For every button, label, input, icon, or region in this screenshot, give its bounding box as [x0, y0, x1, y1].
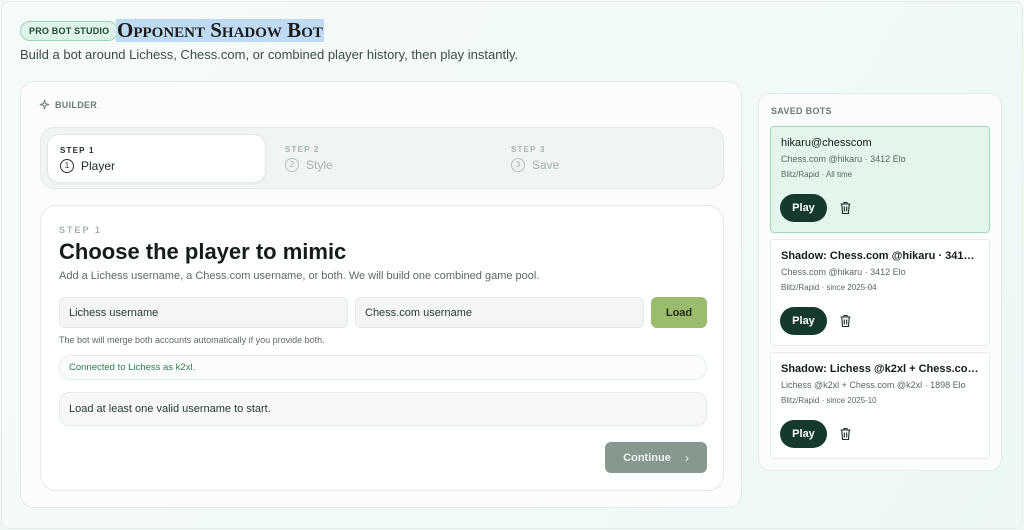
- step-style[interactable]: STEP 2 2 Style: [273, 134, 492, 183]
- bot-meta: Chess.com @hikaru · 3412 Elo: [781, 154, 906, 164]
- trash-icon[interactable]: [839, 427, 852, 441]
- page-subtitle: Build a bot around Lichess, Chess.com, o…: [20, 47, 519, 62]
- chevron-right-icon: ›: [684, 450, 689, 465]
- bot-meta: Chess.com @hikaru · 3412 Elo: [781, 267, 906, 277]
- step-save[interactable]: STEP 3 3 Save: [499, 134, 718, 183]
- step-name: Save: [532, 158, 560, 172]
- saved-bots-header: SAVED BOTS: [771, 106, 832, 116]
- saved-bot-card[interactable]: Shadow: Lichess @k2xl + Chess.co… Liches…: [770, 352, 990, 459]
- builder-panel: BUILDER STEP 1 1 Player STEP 2 2 Style S…: [20, 81, 742, 508]
- pro-badge: PRO BOT STUDIO: [20, 21, 119, 41]
- sparkle-icon: [39, 99, 50, 110]
- validation-notice: Load at least one valid username to star…: [59, 392, 707, 426]
- play-button[interactable]: Play: [780, 307, 827, 335]
- step-number: STEP 3: [511, 145, 546, 154]
- card-heading: Choose the player to mimic: [59, 239, 347, 264]
- step-index-icon: 1: [60, 159, 74, 173]
- lichess-username-input[interactable]: [59, 297, 348, 328]
- step-index-icon: 2: [285, 158, 299, 172]
- trash-icon[interactable]: [839, 201, 852, 215]
- step-number: STEP 2: [285, 145, 320, 154]
- bot-title: hikaru@chesscom: [781, 137, 872, 149]
- bot-title: Shadow: Chess.com @hikaru · 3412 ·…: [781, 250, 979, 262]
- player-step-card: STEP 1 Choose the player to mimic Add a …: [40, 205, 724, 491]
- saved-bot-card[interactable]: Shadow: Chess.com @hikaru · 3412 ·… Ches…: [770, 239, 990, 346]
- bot-subtitle: Blitz/Rapid · All time: [781, 170, 853, 179]
- chesscom-username-input[interactable]: [355, 297, 644, 328]
- play-button[interactable]: Play: [780, 194, 827, 222]
- bot-meta: Lichess @k2xl + Chess.com @k2xl · 1898 E…: [781, 380, 966, 390]
- continue-button[interactable]: Continue ›: [605, 442, 707, 473]
- bot-subtitle: Blitz/Rapid · since 2025-10: [781, 396, 877, 405]
- step-player[interactable]: STEP 1 1 Player: [47, 134, 266, 183]
- saved-bot-card[interactable]: hikaru@chesscom Chess.com @hikaru · 3412…: [770, 126, 990, 233]
- connection-status: Connected to Lichess as k2xl.: [59, 355, 707, 380]
- builder-header: BUILDER: [39, 99, 97, 110]
- play-button[interactable]: Play: [780, 420, 827, 448]
- card-eyebrow: STEP 1: [59, 225, 102, 235]
- step-name: Style: [306, 158, 333, 172]
- merge-hint: The bot will merge both accounts automat…: [59, 335, 325, 345]
- stepper: STEP 1 1 Player STEP 2 2 Style STEP 3 3 …: [40, 127, 724, 189]
- saved-bots-panel: SAVED BOTS hikaru@chesscom Chess.com @hi…: [758, 93, 1002, 471]
- continue-label: Continue: [623, 451, 671, 464]
- step-name: Player: [81, 159, 116, 173]
- step-index-icon: 3: [511, 158, 525, 172]
- card-description: Add a Lichess username, a Chess.com user…: [59, 270, 540, 282]
- trash-icon[interactable]: [839, 314, 852, 328]
- bot-subtitle: Blitz/Rapid · since 2025-04: [781, 283, 877, 292]
- step-number: STEP 1: [60, 146, 95, 155]
- load-button[interactable]: Load: [651, 297, 707, 328]
- page-title: Opponent Shadow Bot: [116, 18, 324, 42]
- bot-title: Shadow: Lichess @k2xl + Chess.co…: [781, 363, 979, 375]
- builder-label: BUILDER: [55, 99, 98, 110]
